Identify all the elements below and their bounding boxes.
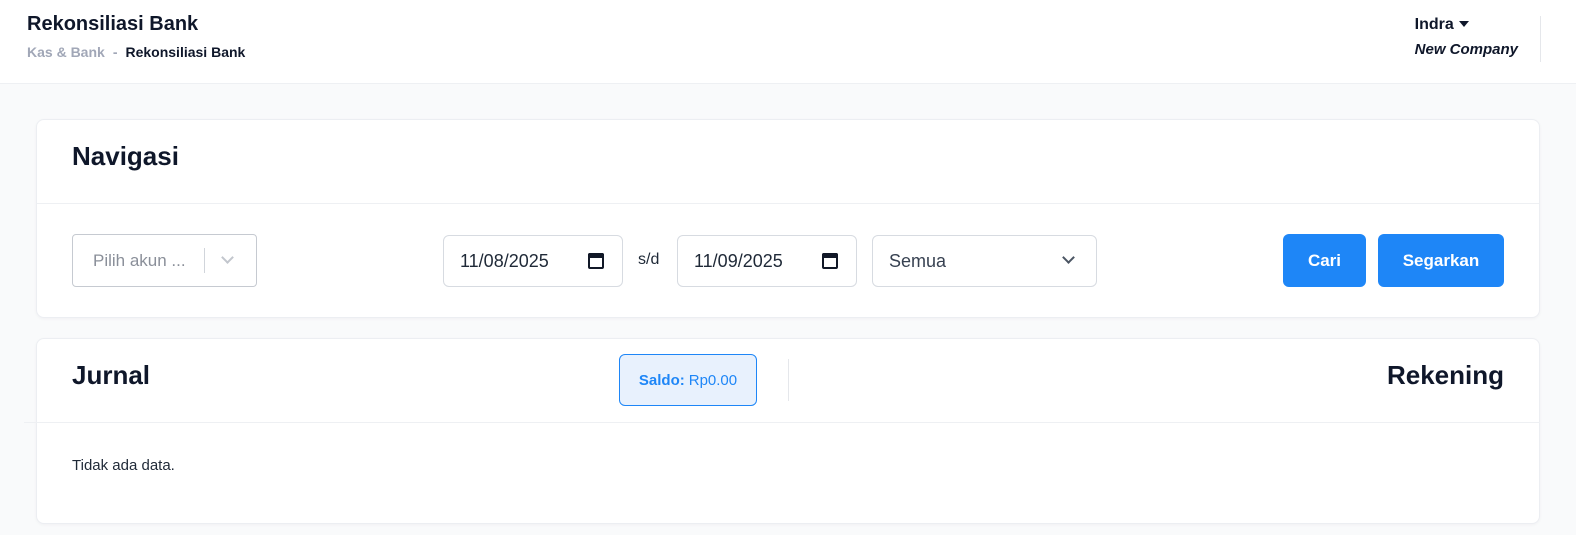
saldo-badge: Saldo: Rp0.00 xyxy=(619,354,757,406)
journal-title: Jurnal xyxy=(72,360,151,390)
breadcrumb-kas-bank[interactable]: Kas & Bank xyxy=(27,44,105,60)
calendar-icon[interactable] xyxy=(822,253,838,269)
column-divider xyxy=(788,359,789,401)
header-divider xyxy=(1540,16,1541,62)
refresh-button[interactable]: Segarkan xyxy=(1378,234,1504,287)
empty-state-message: Tidak ada data. xyxy=(72,457,175,474)
user-dropdown-toggle[interactable]: Indra xyxy=(1415,16,1518,34)
user-name: Indra xyxy=(1414,16,1454,33)
journal-card: Jurnal Saldo: Rp0.00 Rekening Tidak ada … xyxy=(36,338,1540,524)
account-title: Rekening xyxy=(1386,360,1504,390)
breadcrumb: Kas & Bank - Rekonsiliasi Bank xyxy=(27,44,245,60)
journal-header-divider xyxy=(24,422,1540,423)
calendar-icon[interactable] xyxy=(588,253,604,269)
select-indicator-separator xyxy=(204,248,205,273)
chevron-down-icon xyxy=(1062,251,1075,264)
navigation-card: Navigasi Pilih akun ... 11/08/2025 s/d 1… xyxy=(36,119,1540,318)
date-to-input[interactable]: 11/09/2025 xyxy=(677,235,857,287)
card-divider xyxy=(37,203,1539,204)
breadcrumb-current: Rekonsiliasi Bank xyxy=(125,44,246,60)
saldo-label: Saldo: xyxy=(638,371,685,389)
company-name: New Company xyxy=(1414,41,1518,58)
caret-down-icon xyxy=(1458,21,1469,27)
search-button[interactable]: Cari xyxy=(1283,234,1366,287)
user-menu[interactable]: Indra New Company xyxy=(1415,16,1518,58)
saldo-value: Rp0.00 xyxy=(688,371,738,389)
date-from-input[interactable]: 11/08/2025 xyxy=(443,235,623,287)
breadcrumb-separator: - xyxy=(112,44,118,60)
navigation-title: Navigasi xyxy=(72,141,179,171)
date-to-value: 11/09/2025 xyxy=(694,251,783,271)
status-select[interactable]: Semua xyxy=(872,235,1097,287)
chevron-down-icon[interactable] xyxy=(221,251,234,264)
status-select-value: Semua xyxy=(889,251,947,271)
top-header: Rekonsiliasi Bank Kas & Bank - Rekonsili… xyxy=(0,0,1576,84)
date-from-value: 11/08/2025 xyxy=(460,251,549,271)
date-range-separator: s/d xyxy=(638,251,660,268)
page-title: Rekonsiliasi Bank xyxy=(27,13,199,35)
account-select-placeholder: Pilih akun ... xyxy=(93,251,186,270)
account-select[interactable]: Pilih akun ... xyxy=(72,234,257,287)
